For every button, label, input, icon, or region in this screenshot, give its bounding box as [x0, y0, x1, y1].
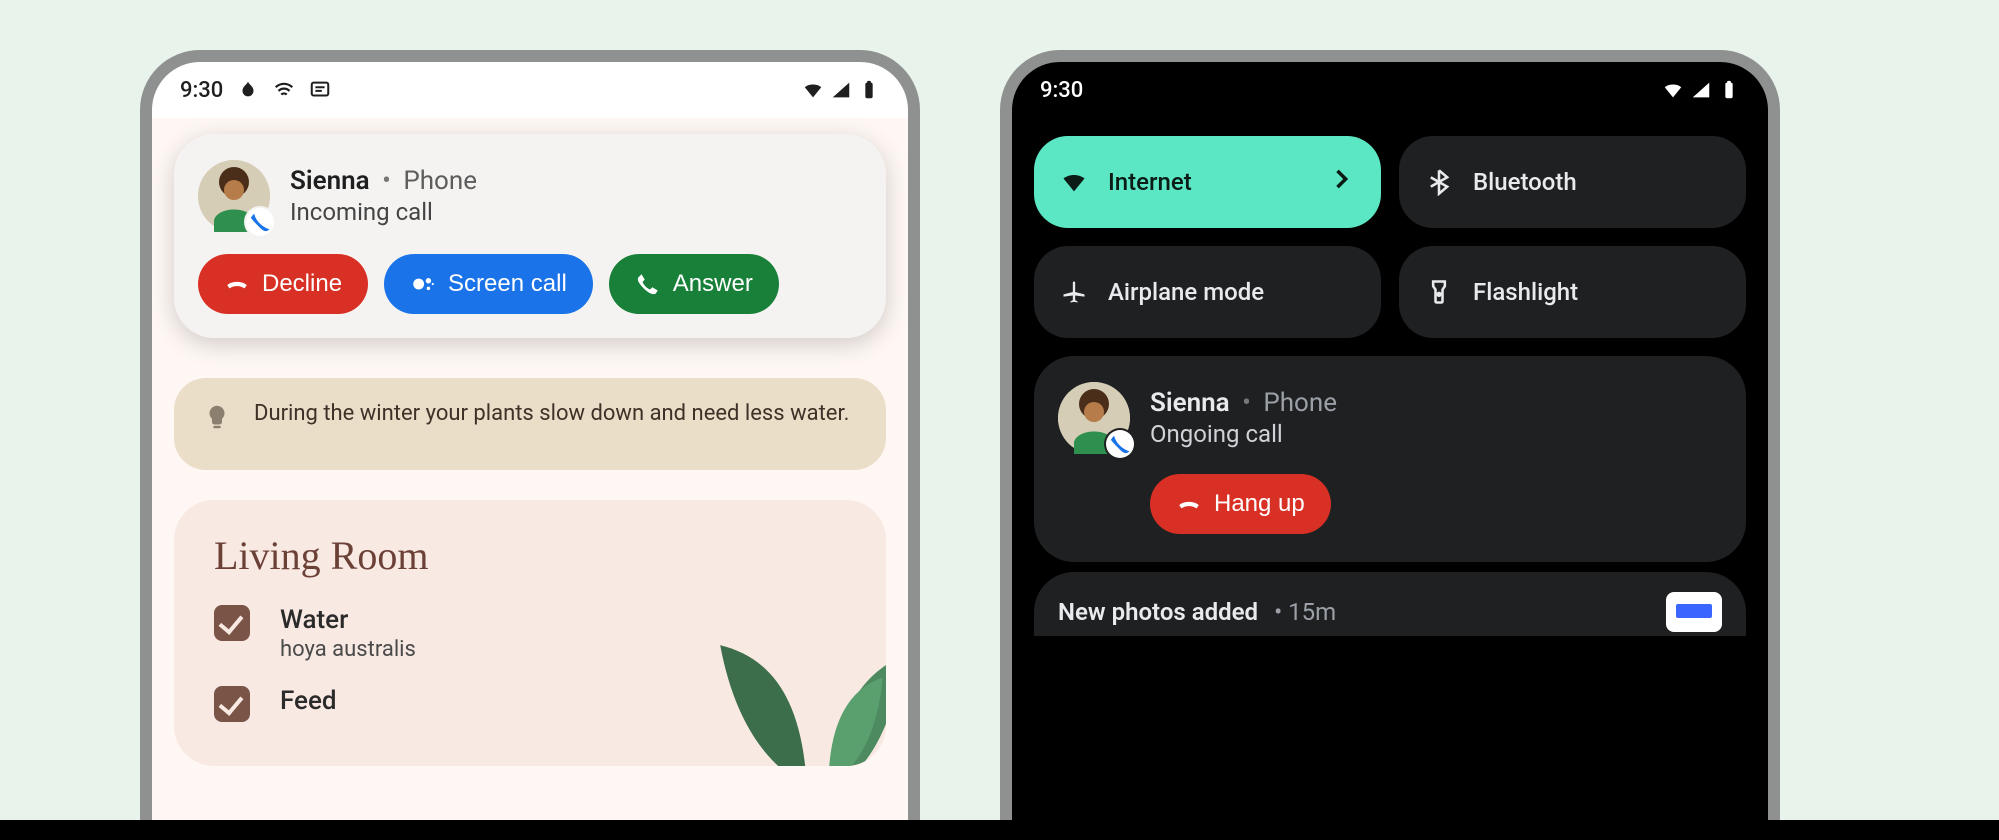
photo-thumbnail — [1666, 592, 1722, 632]
caller-avatar — [198, 160, 270, 232]
messages-icon — [309, 79, 331, 101]
caller-name: Sienna — [290, 166, 370, 196]
wifi-icon — [802, 79, 824, 101]
battery-icon — [858, 79, 880, 101]
bluetooth-icon — [1425, 168, 1453, 196]
qs-tile-airplane[interactable]: Airplane mode — [1034, 246, 1381, 338]
task-secondary: hoya australis — [280, 637, 416, 662]
task-primary: Water — [280, 605, 416, 635]
call-app-label: Phone — [1263, 388, 1337, 418]
status-bar: 9:30 — [1012, 62, 1768, 118]
wifi-icon — [1060, 168, 1088, 196]
battery-icon — [1718, 79, 1740, 101]
tip-card: During the winter your plants slow down … — [174, 378, 886, 470]
call-status: Ongoing call — [1150, 420, 1337, 448]
qs-tile-bluetooth[interactable]: Bluetooth — [1399, 136, 1746, 228]
phone-badge-icon — [1106, 430, 1134, 458]
call-status: Incoming call — [290, 198, 477, 226]
phone-badge-icon — [246, 208, 274, 236]
assistant-icon — [410, 271, 436, 297]
plant-illustration — [686, 526, 886, 766]
hangup-icon — [1176, 491, 1202, 517]
wifi-call-icon — [273, 79, 295, 101]
wifi-icon — [1662, 79, 1684, 101]
notification-meta: 15m — [1288, 598, 1336, 626]
caller-avatar — [1058, 382, 1130, 454]
caller-name: Sienna — [1150, 388, 1230, 418]
phone-mock-dark: 9:30 Internet Bluetooth — [1000, 50, 1780, 840]
flashlight-icon — [1425, 278, 1453, 306]
chevron-right-icon — [1327, 165, 1355, 199]
screen-call-button[interactable]: Screen call — [384, 254, 593, 314]
leaf-icon — [237, 79, 259, 101]
cell-icon — [830, 79, 852, 101]
phone-icon — [635, 271, 661, 297]
status-time: 9:30 — [180, 78, 223, 103]
task-primary: Feed — [280, 686, 337, 716]
notification-title: New photos added — [1058, 598, 1258, 626]
status-bar: 9:30 — [152, 62, 908, 118]
cell-icon — [1690, 79, 1712, 101]
quick-settings-grid: Internet Bluetooth Airplane mode Flashli… — [1034, 136, 1746, 338]
crop-edge — [0, 820, 1999, 840]
tip-text: During the winter your plants slow down … — [254, 398, 849, 430]
hangup-button[interactable]: Hang up — [1150, 474, 1331, 534]
answer-button[interactable]: Answer — [609, 254, 779, 314]
call-app-label: Phone — [403, 166, 477, 196]
hangup-icon — [224, 271, 250, 297]
qs-tile-internet[interactable]: Internet — [1034, 136, 1381, 228]
decline-button[interactable]: Decline — [198, 254, 368, 314]
qs-tile-flashlight[interactable]: Flashlight — [1399, 246, 1746, 338]
photos-notification[interactable]: New photos added • 15m — [1034, 572, 1746, 636]
checkbox-checked-icon[interactable] — [214, 605, 250, 641]
lightbulb-icon — [202, 402, 232, 442]
room-card: Living Room Water hoya australis Feed — [174, 500, 886, 766]
ongoing-call-notification[interactable]: Sienna • Phone Ongoing call Hang up — [1034, 356, 1746, 562]
airplane-icon — [1060, 278, 1088, 306]
incoming-call-notification: Sienna • Phone Incoming call Decline Scr… — [174, 134, 886, 338]
checkbox-checked-icon[interactable] — [214, 686, 250, 722]
status-time: 9:30 — [1040, 78, 1083, 103]
phone-mock-light: 9:30 During the winter your plants slow … — [140, 50, 920, 840]
